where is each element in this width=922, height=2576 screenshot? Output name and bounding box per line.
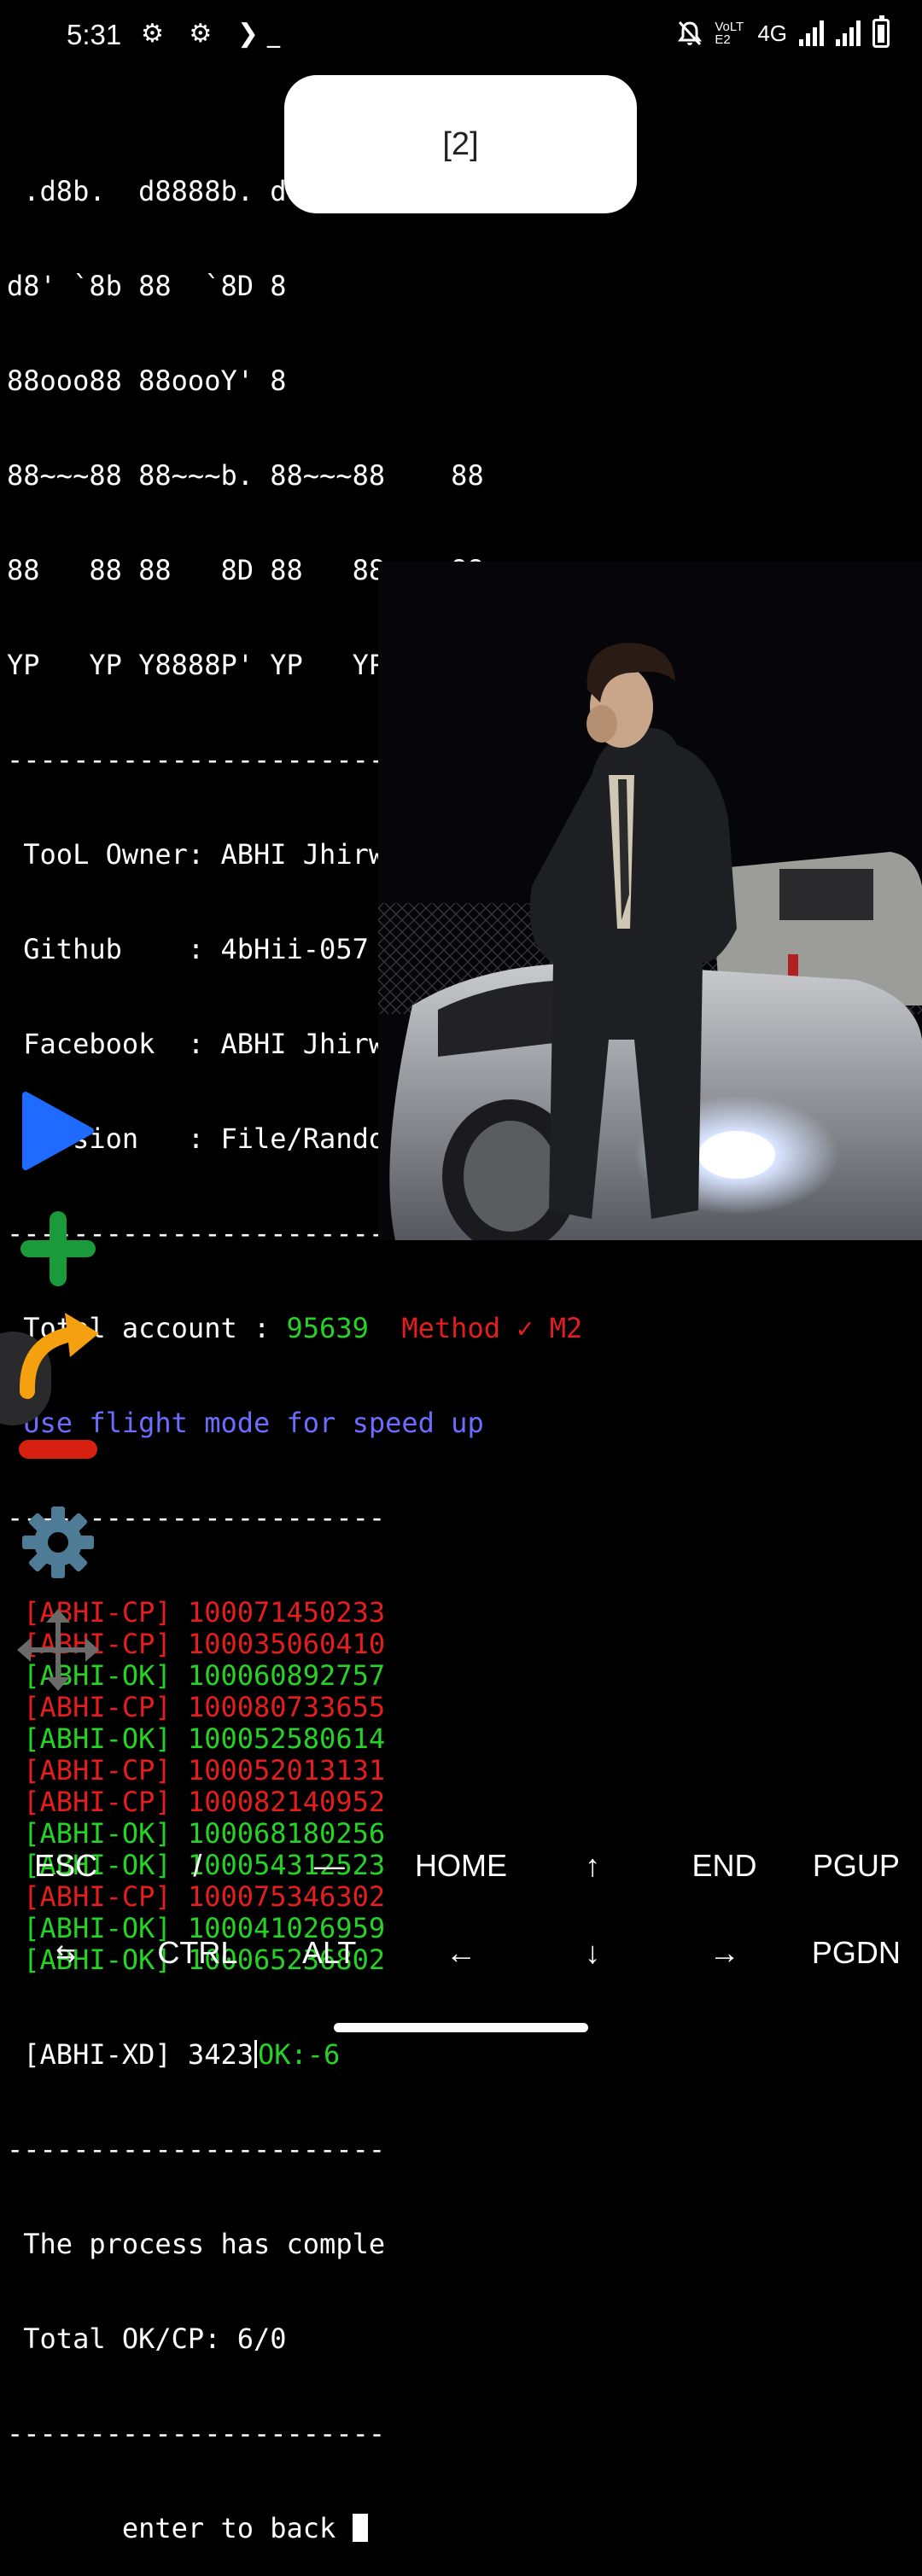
- terminal-cursor: [352, 2514, 368, 2542]
- result-line: [ABHI-CP] 100080733655: [7, 1691, 386, 1723]
- status-bar: 5:31 ⚙ ⚙ ❯_ VoLTE2 4G: [0, 0, 922, 77]
- banner-line: 88~~~88 88~~~b. 88~~~88 88: [7, 459, 484, 492]
- result-line: [ABHI-CP] 100052013131: [7, 1754, 386, 1786]
- result-line: [ABHI-CP] 100071450233: [7, 1596, 386, 1629]
- extra-keys-row-2: ⇆ CTRL ALT ← ↓ → PGDN: [0, 1909, 922, 1996]
- separator: -----------------------: [7, 2133, 386, 2165]
- photo-car-person: [378, 562, 922, 1240]
- status-right-icons: VoLTE2 4G: [677, 15, 890, 48]
- key-home[interactable]: HOME: [395, 1848, 527, 1884]
- key-tab[interactable]: ⇆: [0, 1939, 131, 1967]
- banner-line: d8' `8b 88 `8D 8: [7, 270, 287, 302]
- separator: -----------------------: [7, 1501, 386, 1534]
- key-ctrl[interactable]: CTRL: [131, 1935, 263, 1971]
- result-line: [ABHI-OK] 100060892757: [7, 1659, 386, 1692]
- plus-icon[interactable]: [17, 1208, 99, 1290]
- floating-toolbar: [0, 1088, 120, 1720]
- redo-arrow-icon[interactable]: [17, 1306, 102, 1400]
- flight-mode-tip: Use flight mode for speed up: [7, 1407, 484, 1439]
- volte-icon: VoLTE2: [715, 20, 744, 47]
- extra-keys-row-1: ESC / — HOME ↑ END PGUP: [0, 1822, 922, 1909]
- press-enter-line: enter to back: [7, 2513, 779, 2544]
- result-line: [ABHI-OK] 100052580614: [7, 1722, 386, 1755]
- move-icon[interactable]: [17, 1609, 99, 1691]
- floating-photo[interactable]: [378, 562, 922, 1240]
- signal-strength-icon: [799, 20, 824, 46]
- key-pgup[interactable]: PGUP: [791, 1848, 922, 1884]
- toast-popup: [2]: [284, 75, 637, 213]
- key-pgdn[interactable]: PGDN: [791, 1935, 922, 1971]
- key-slash[interactable]: /: [131, 1848, 263, 1884]
- signal-strength-icon-2: [836, 20, 861, 46]
- total-okcp-line: Total OK/CP: 6/0: [7, 2322, 287, 2355]
- progress-divider: [254, 2040, 257, 2068]
- key-dash[interactable]: —: [264, 1848, 395, 1884]
- process-complete-line: The process has comple: [7, 2228, 386, 2260]
- mute-bell-icon: [678, 20, 703, 46]
- total-account-line: Total account : 95639 Method ✓ M2: [7, 1312, 583, 1344]
- play-icon[interactable]: [19, 1088, 97, 1174]
- key-alt[interactable]: ALT: [264, 1935, 395, 1971]
- terminal-output[interactable]: .d8b. d8888b. d d8' `8b 88 `8D 8 88ooo88…: [7, 113, 779, 2576]
- key-down[interactable]: ↓: [527, 1935, 658, 1971]
- key-esc[interactable]: ESC: [0, 1848, 131, 1884]
- key-end[interactable]: END: [658, 1848, 790, 1884]
- gear-icon[interactable]: [22, 1507, 94, 1578]
- battery-icon: [872, 15, 890, 48]
- notification-icons: ⚙ ⚙ ❯_: [141, 19, 289, 49]
- minus-icon[interactable]: [17, 1437, 99, 1462]
- network-type: 4G: [757, 20, 787, 46]
- key-left[interactable]: ←: [395, 1935, 527, 1971]
- extra-keys-bar: ESC / — HOME ↑ END PGUP ⇆ CTRL ALT ← ↓ →…: [0, 1822, 922, 1996]
- separator: -----------------------: [7, 2417, 386, 2450]
- status-time: 5:31: [67, 19, 122, 50]
- key-up[interactable]: ↑: [527, 1848, 658, 1884]
- result-line: [ABHI-CP] 100082140952: [7, 1786, 386, 1818]
- key-right[interactable]: →: [658, 1935, 790, 1971]
- gesture-home-bar[interactable]: [334, 2023, 588, 2032]
- banner-line: 88ooo88 88oooY' 8: [7, 364, 287, 397]
- result-line: [ABHI-CP] 100035060410: [7, 1628, 386, 1660]
